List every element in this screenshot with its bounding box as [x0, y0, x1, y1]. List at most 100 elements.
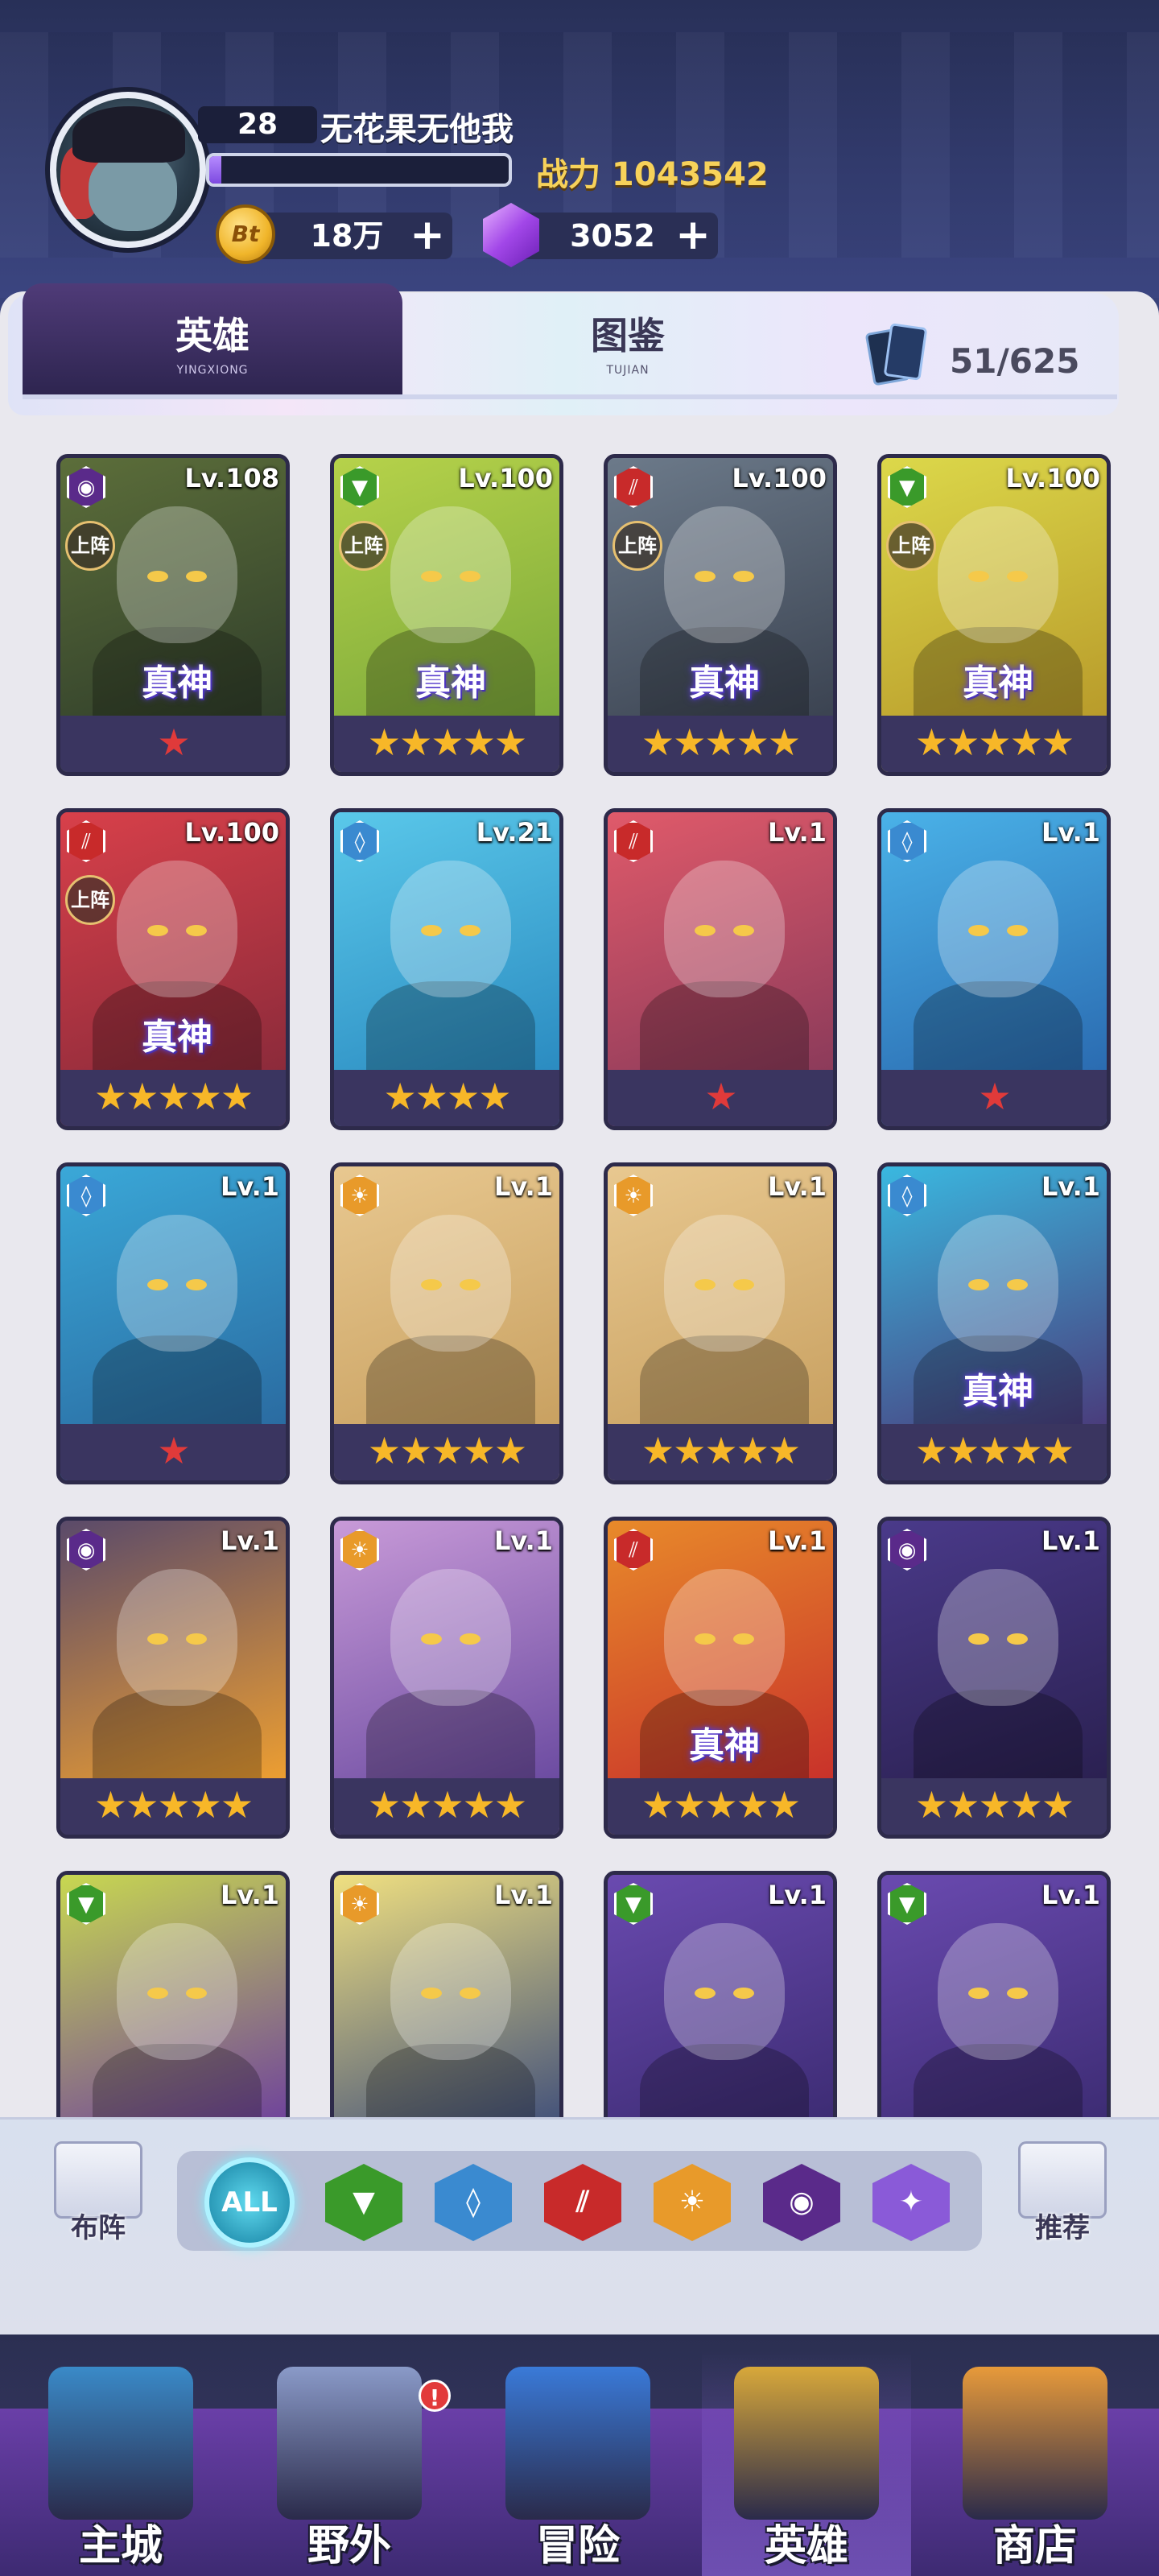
hero-head	[664, 1569, 785, 1706]
star-rating: ★★★★★	[881, 1778, 1107, 1835]
nav-label: 商店	[992, 2522, 1077, 2570]
hero-level: Lv.1	[493, 1880, 553, 1910]
hero-card[interactable]: ▼ Lv.100 上阵 真神 ★★★★★	[877, 454, 1111, 776]
hero-card[interactable]: ◊ Lv.1 真神 ★★★★★	[877, 1162, 1111, 1484]
star-rating: ★★★★★	[608, 1778, 833, 1835]
hero-level: Lv.100	[184, 817, 279, 848]
hero-eye	[1007, 1279, 1028, 1290]
hero-card[interactable]: ☀ Lv.1 ★★★★★	[330, 1517, 563, 1839]
star-rating: ★	[60, 716, 286, 772]
tab-underline	[23, 394, 1117, 399]
hero-eye	[421, 925, 442, 936]
hero-head	[117, 1923, 237, 2060]
hero-eye	[460, 1633, 481, 1645]
true-god-label: 真神	[963, 663, 1033, 704]
true-god-label: 真神	[142, 663, 212, 704]
hero-card[interactable]: ◊ Lv.1 ★	[877, 808, 1111, 1130]
hero-level: Lv.1	[1041, 817, 1100, 848]
hero-eye	[147, 1633, 168, 1645]
hero-head	[938, 1215, 1058, 1352]
hero-eye	[186, 1633, 207, 1645]
hero-eye	[695, 1633, 716, 1645]
star-rating: ★	[881, 1070, 1107, 1126]
deployed-badge: 上阵	[886, 521, 936, 571]
gold-add-button[interactable]: +	[407, 214, 448, 256]
hero-card[interactable]: ⫽ Lv.1 ★	[604, 808, 837, 1130]
hero-card[interactable]: ⫽ Lv.100 上阵 真神 ★★★★★	[604, 454, 837, 776]
hero-level: Lv.1	[767, 1880, 827, 1910]
formation-label: 布阵	[71, 2212, 126, 2244]
hero-eye	[968, 925, 989, 936]
true-god-label: 真神	[963, 1371, 1033, 1412]
star-rating: ★★★★★	[334, 1424, 559, 1480]
hero-eye	[695, 571, 716, 582]
hero-card[interactable]: ▼ Lv.1	[604, 1871, 837, 2125]
xp-fill	[209, 156, 221, 184]
recommend-label: 推荐	[1035, 2212, 1090, 2244]
hero-eye	[421, 571, 442, 582]
recommend-button[interactable]: 推荐	[1014, 2141, 1111, 2254]
hero-card[interactable]: ◉ Lv.1 ★★★★★	[877, 1517, 1111, 1839]
hero-card[interactable]: ☀ Lv.1	[330, 1871, 563, 2125]
nav-adventure[interactable]: 冒险	[473, 2351, 683, 2576]
hero-eye	[186, 571, 207, 582]
hero-card[interactable]: ☀ Lv.1 ★★★★★	[604, 1162, 837, 1484]
star-rating: ★★★★★	[334, 1778, 559, 1835]
hero-eye	[968, 1988, 989, 1999]
nav-label: 主城	[78, 2522, 163, 2570]
hero-eye	[147, 925, 168, 936]
hero-eye	[968, 1633, 989, 1645]
hero-card[interactable]: ◊ Lv.1 ★	[56, 1162, 290, 1484]
true-god-label: 真神	[689, 1725, 760, 1766]
hero-level: Lv.1	[767, 1525, 827, 1556]
filter-all-button[interactable]: ALL	[204, 2157, 295, 2248]
hero-level: Lv.1	[493, 1171, 553, 1202]
avatar-hat	[72, 106, 185, 163]
star-rating: ★★★★★	[334, 716, 559, 772]
nav-hero[interactable]: 英雄	[702, 2351, 911, 2576]
hero-card[interactable]: ⫽ Lv.1 真神 ★★★★★	[604, 1517, 837, 1839]
tab-collection-sublabel: TUJIAN	[606, 364, 650, 377]
hero-card[interactable]: ◊ Lv.21 ★★★★	[330, 808, 563, 1130]
nav-shop[interactable]: 商店	[930, 2351, 1140, 2576]
hero-card[interactable]: ▼ Lv.1	[56, 1871, 290, 2125]
hero-level: Lv.100	[1005, 463, 1100, 493]
hero-card[interactable]: ◉ Lv.1 ★★★★★	[56, 1517, 290, 1839]
true-god-label: 真神	[142, 1017, 212, 1058]
hero-eye	[421, 1988, 442, 1999]
formation-button[interactable]: 布阵	[50, 2141, 146, 2254]
notification-badge: !	[419, 2380, 451, 2412]
hero-card[interactable]: ⫽ Lv.100 上阵 真神 ★★★★★	[56, 808, 290, 1130]
deployed-badge: 上阵	[339, 521, 389, 571]
star-rating: ★★★★★	[881, 1424, 1107, 1480]
player-level: 28	[198, 106, 317, 143]
hero-grid: ◉ Lv.108 上阵 真神 ★ ▼ Lv.100 上阵 真神 ★★★★★ ⫽ Lv.100 上阵 真神 ★…	[0, 419, 1159, 2125]
hero-card[interactable]: ◉ Lv.108 上阵 真神 ★	[56, 454, 290, 776]
tab-collection[interactable]: 图鉴 TUJIAN	[435, 283, 821, 394]
hero-level: Lv.108	[184, 463, 279, 493]
player-avatar[interactable]	[50, 92, 206, 248]
star-rating: ★★★★★	[60, 1778, 286, 1835]
hero-card[interactable]: ☀ Lv.1 ★★★★★	[330, 1162, 563, 1484]
hero-eye	[460, 925, 481, 936]
tab-heroes[interactable]: 英雄 YINGXIONG	[23, 283, 402, 394]
hero-head	[390, 1923, 511, 2060]
hero-eye	[421, 1279, 442, 1290]
gem-add-button[interactable]: +	[673, 214, 713, 256]
nav-label: 英雄	[764, 2522, 848, 2570]
hero-head	[117, 506, 237, 643]
card-deck-icon	[864, 322, 928, 386]
hero-eye	[968, 571, 989, 582]
hero-head	[390, 1215, 511, 1352]
hero-level: Lv.100	[458, 463, 553, 493]
hero-count: 51/625	[950, 341, 1080, 381]
deployed-badge: 上阵	[612, 521, 662, 571]
gold-coin-icon: Bt	[216, 204, 275, 264]
hero-eye	[733, 925, 754, 936]
nav-main-city[interactable]: 主城	[16, 2351, 225, 2576]
true-god-label: 真神	[689, 663, 760, 704]
deployed-badge: 上阵	[65, 875, 115, 925]
hero-eye	[695, 1279, 716, 1290]
hero-card[interactable]: ▼ Lv.1	[877, 1871, 1111, 2125]
hero-card[interactable]: ▼ Lv.100 上阵 真神 ★★★★★	[330, 454, 563, 776]
